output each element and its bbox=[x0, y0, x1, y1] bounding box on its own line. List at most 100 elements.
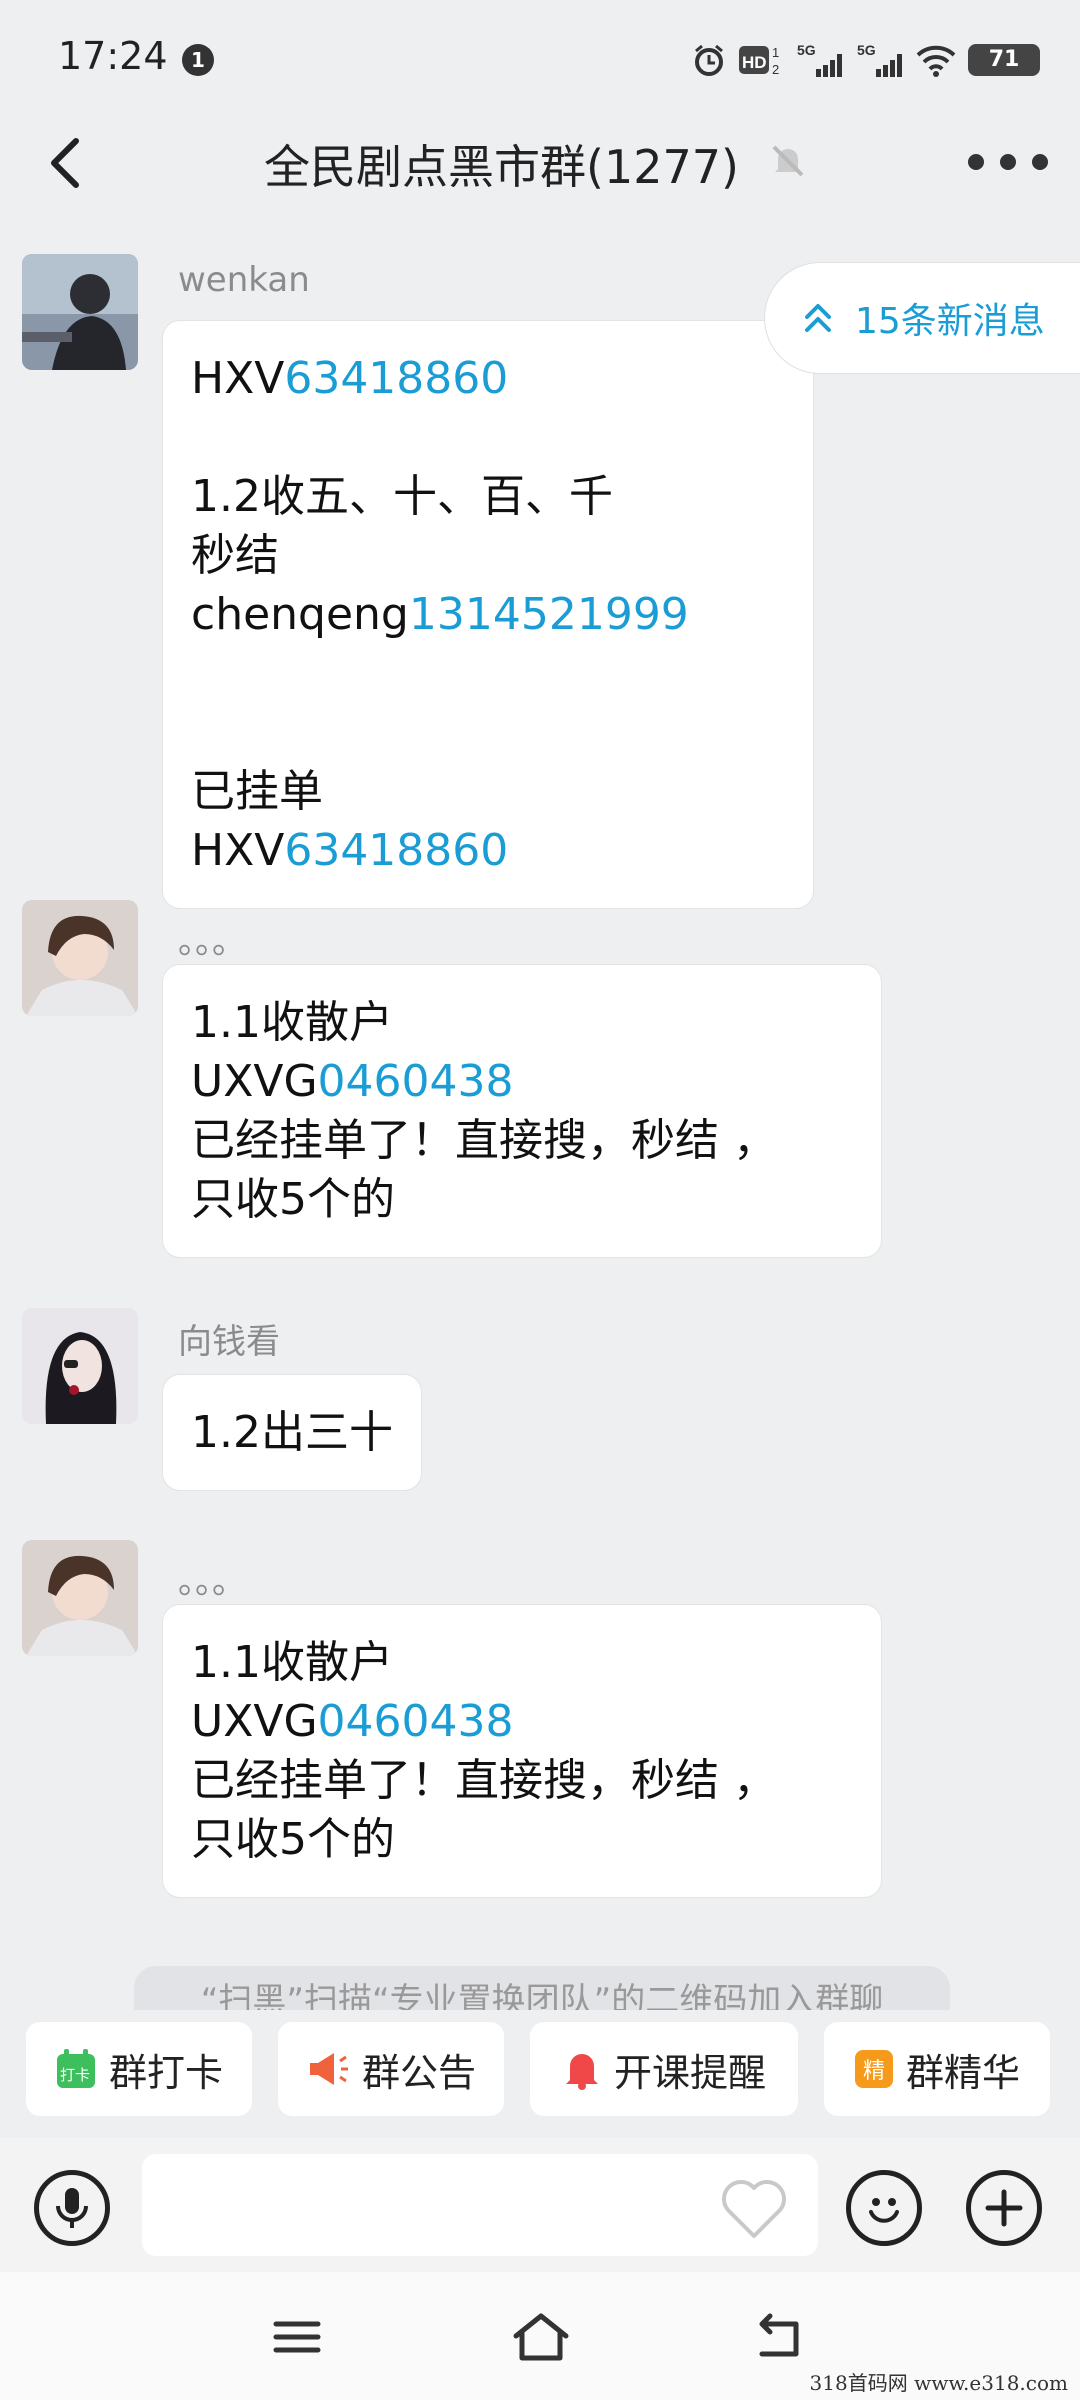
class-reminder-button[interactable]: 开课提醒 bbox=[530, 2022, 798, 2116]
message-link[interactable]: 1314521999 bbox=[409, 589, 689, 640]
message-line: 1.1收散户 bbox=[191, 1633, 853, 1692]
message-bubble[interactable]: 1.1收散户 UXVG0460438 已经挂单了！直接搜，秒结 ，只收5个的 bbox=[162, 1604, 882, 1898]
new-messages-label: 15条新消息 bbox=[855, 301, 1045, 342]
wifi-icon bbox=[916, 45, 956, 77]
essence-button[interactable]: 精 群精华 bbox=[824, 2022, 1050, 2116]
bell-muted-icon bbox=[772, 145, 804, 177]
message-line: 1.1收散户 bbox=[191, 993, 853, 1052]
megaphone-icon bbox=[309, 2053, 348, 2085]
avatar[interactable] bbox=[22, 254, 138, 370]
message-bubble[interactable]: HXV63418860 1.2收五、十、百、千 秒结 chenqeng1314521… bbox=[162, 320, 814, 909]
status-time: 17:24 bbox=[58, 34, 168, 78]
essence-badge-icon: 精 bbox=[854, 2050, 893, 2088]
message-link[interactable]: 0460438 bbox=[318, 1056, 514, 1107]
message-text: 1.2收五、十、百、千 bbox=[191, 471, 613, 522]
message-line: 只收5个的 bbox=[191, 1170, 853, 1229]
svg-text:1: 1 bbox=[772, 45, 779, 60]
bell-icon bbox=[565, 2054, 598, 2090]
message-line: 已经挂单了！直接搜，秒结 ， bbox=[191, 1751, 853, 1810]
plus-button[interactable] bbox=[966, 2170, 1042, 2246]
checkin-label: 群打卡 bbox=[108, 2050, 223, 2095]
message-text: 1.2出三十 bbox=[191, 1407, 393, 1458]
status-bar: 17:24 1 HD 1 2 5G 5G 71 bbox=[0, 0, 1080, 120]
svg-text:HD: HD bbox=[742, 53, 767, 72]
message-text: 已经挂单了！直接搜，秒结 ， bbox=[191, 1115, 777, 1166]
alarm-icon bbox=[695, 44, 723, 76]
menu-icon[interactable] bbox=[270, 2310, 324, 2364]
message-input[interactable] bbox=[142, 2154, 818, 2256]
home-icon[interactable] bbox=[510, 2310, 572, 2364]
heart-icon[interactable] bbox=[718, 2178, 790, 2240]
message-bubble[interactable]: 1.1收散户 UXVG0460438 已经挂单了！直接搜，秒结 ，只收5个的 bbox=[162, 964, 882, 1258]
message-line: HXV63418860 bbox=[191, 349, 785, 408]
status-icons: HD 1 2 5G 5G 71 bbox=[692, 38, 1040, 82]
sender-name: 。。。 bbox=[178, 1562, 246, 1602]
message-text: HXV bbox=[191, 825, 285, 876]
sender-name: 向钱看 bbox=[178, 1322, 280, 1362]
watermark: 318首码网 www.e318.com bbox=[809, 2371, 1068, 2395]
avatar[interactable] bbox=[22, 900, 138, 1016]
message-line: 1.2出三十 bbox=[191, 1403, 393, 1462]
page-title: 全民剧点黑市群(1277) bbox=[264, 140, 739, 194]
microphone-icon bbox=[56, 2188, 88, 2228]
avatar[interactable] bbox=[22, 1308, 138, 1424]
battery-icon: 71 bbox=[968, 44, 1040, 76]
svg-text:5G: 5G bbox=[857, 42, 876, 58]
message-text: HXV bbox=[191, 353, 285, 404]
svg-text:5G: 5G bbox=[797, 42, 816, 58]
checkin-button[interactable]: 打卡 群打卡 bbox=[26, 2022, 252, 2116]
back-button[interactable] bbox=[40, 127, 100, 197]
more-button[interactable] bbox=[968, 137, 1048, 187]
message-line: 已经挂单了！直接搜，秒结 ， bbox=[191, 1111, 853, 1170]
hd-icon: HD 1 2 bbox=[739, 45, 779, 77]
message-link[interactable]: 63418860 bbox=[284, 353, 508, 404]
plus-icon bbox=[985, 2189, 1023, 2227]
message-text: 只收5个的 bbox=[191, 1814, 395, 1865]
sender-name: 。。。 bbox=[178, 922, 246, 962]
message-text: 已经挂单了！直接搜，秒结 ， bbox=[191, 1755, 777, 1806]
message-line: 秒结 chenqeng1314521999 bbox=[191, 526, 785, 644]
announcement-label: 群公告 bbox=[361, 2050, 476, 2095]
input-bar bbox=[0, 2138, 1080, 2272]
message-line bbox=[191, 703, 785, 762]
double-chevron-up-icon bbox=[805, 304, 831, 332]
message-line: HXV63418860 bbox=[191, 821, 785, 880]
system-nav-bar: 318首码网 www.e318.com bbox=[0, 2272, 1080, 2400]
new-messages-button[interactable]: 15条新消息 bbox=[764, 262, 1080, 374]
sender-name: wenkan bbox=[178, 260, 310, 300]
message-link[interactable]: 63418860 bbox=[284, 825, 508, 876]
message-bubble[interactable]: 1.2出三十 bbox=[162, 1374, 422, 1491]
emoji-button[interactable] bbox=[846, 2170, 922, 2246]
svg-text:精: 精 bbox=[863, 2059, 885, 2084]
chevron-left-icon bbox=[51, 138, 79, 188]
svg-text:2: 2 bbox=[772, 62, 779, 77]
signal-5g-icon: 5G bbox=[797, 42, 842, 77]
svg-text:打卡: 打卡 bbox=[60, 2066, 90, 2084]
message-text: UXVG bbox=[191, 1696, 318, 1747]
checkin-calendar-icon: 打卡 bbox=[56, 2049, 95, 2088]
message-text: 1.1收散户 bbox=[191, 997, 393, 1048]
message-text: 只收5个的 bbox=[191, 1174, 395, 1225]
message-line: UXVG0460438 bbox=[191, 1692, 853, 1751]
avatar[interactable] bbox=[22, 1540, 138, 1656]
voice-button[interactable] bbox=[34, 2170, 110, 2246]
back-arrow-icon[interactable] bbox=[752, 2310, 806, 2364]
message-line: 1.2收五、十、百、千 bbox=[191, 467, 785, 526]
message-line: UXVG0460438 bbox=[191, 1052, 853, 1111]
notification-badge: 1 bbox=[182, 44, 214, 76]
message-line: 已挂单 bbox=[191, 762, 785, 821]
message-link[interactable]: 0460438 bbox=[318, 1696, 514, 1747]
chat-header: 全民剧点黑市群(1277) bbox=[0, 115, 1080, 207]
essence-label: 群精华 bbox=[905, 2050, 1020, 2095]
smiley-icon bbox=[869, 2198, 899, 2223]
class-reminder-label: 开课提醒 bbox=[613, 2050, 766, 2095]
signal-5g-icon: 5G bbox=[857, 42, 902, 77]
message-line: 只收5个的 bbox=[191, 1810, 853, 1869]
announcement-button[interactable]: 群公告 bbox=[278, 2022, 504, 2116]
message-text: UXVG bbox=[191, 1056, 318, 1107]
message-line bbox=[191, 644, 785, 703]
message-line bbox=[191, 408, 785, 467]
quick-actions-bar: 打卡 群打卡 群公告 开课提醒 精 群精华 bbox=[0, 2010, 1080, 2138]
message-text: 秒结 chenqeng bbox=[191, 530, 409, 640]
message-text: 1.1收散户 bbox=[191, 1637, 393, 1688]
